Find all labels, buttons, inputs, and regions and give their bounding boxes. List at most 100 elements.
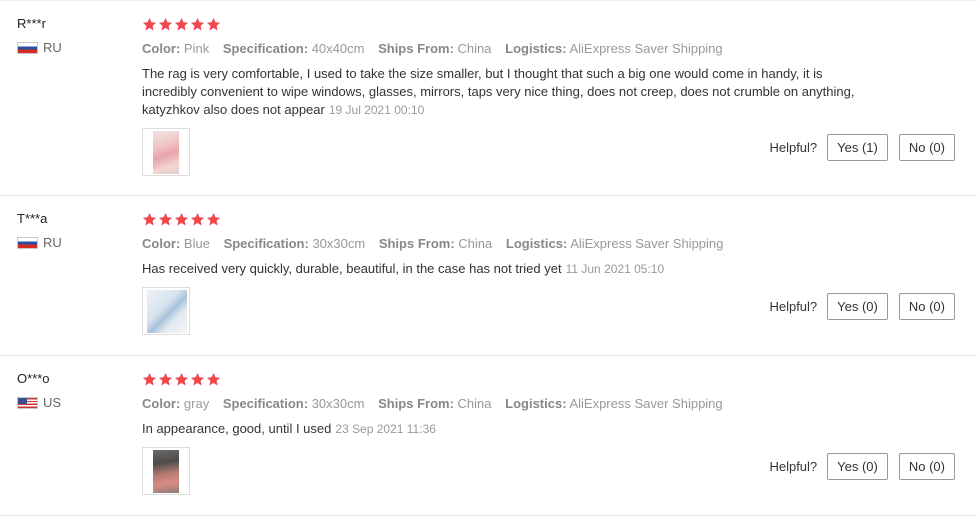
helpful-yes-button[interactable]: Yes (1): [827, 134, 888, 161]
review-item: O***o US Color: gray Specification: 30x3…: [0, 356, 977, 516]
reviewer-name: O***o: [17, 371, 50, 386]
review-body: Color: Blue Specification: 30x30cm Ships…: [142, 211, 962, 278]
review-photo-thumbnail[interactable]: [142, 128, 190, 176]
attr-ships-from-label: Ships From:: [378, 396, 454, 411]
helpful-yes-button[interactable]: Yes (0): [827, 453, 888, 480]
attr-color-label: Color:: [142, 236, 181, 251]
country-code: US: [43, 395, 62, 410]
attr-ships-from: Ships From: China: [378, 41, 491, 56]
attr-logistics-value: AliExpress Saver Shipping: [570, 236, 724, 251]
review-date: 19 Jul 2021 00:10: [328, 103, 425, 117]
star-icon: [206, 17, 221, 31]
attr-specification-label: Specification:: [222, 396, 309, 411]
attr-logistics: Logistics: AliExpress Saver Shipping: [505, 41, 723, 56]
helpful-no-button[interactable]: No (0): [898, 134, 955, 161]
attr-specification: Specification: 30x30cm: [223, 396, 365, 411]
attr-ships-from-value: China: [457, 41, 492, 56]
star-rating: [142, 371, 962, 388]
star-icon: [158, 17, 173, 31]
attr-logistics-label: Logistics:: [505, 236, 568, 251]
star-rating: [142, 211, 962, 228]
review-body: Color: gray Specification: 30x30cm Ships…: [142, 371, 962, 438]
star-icon: [142, 17, 157, 31]
attr-color: Color: Blue: [142, 236, 210, 251]
reviewer-name: T***a: [17, 211, 48, 226]
helpful-votes: Helpful? Yes (0) No (0): [769, 293, 955, 320]
helpful-label: Helpful?: [769, 140, 818, 155]
attr-ships-from-value: China: [458, 236, 493, 251]
star-icon: [142, 372, 157, 386]
star-icon: [158, 212, 173, 226]
attr-color-value: Pink: [183, 41, 210, 56]
reviewer-name: R***r: [17, 16, 46, 31]
star-icon: [206, 372, 221, 386]
star-icon: [190, 17, 205, 31]
review-photo-thumbnail[interactable]: [142, 287, 190, 335]
star-icon: [174, 17, 189, 31]
review-text-content: In appearance, good, until I used: [142, 421, 332, 436]
helpful-votes: Helpful? Yes (0) No (0): [769, 453, 955, 480]
flag-canton: [18, 398, 27, 404]
attr-specification-value: 30x30cm: [312, 236, 366, 251]
country-code: RU: [43, 235, 62, 250]
review-text: Has received very quickly, durable, beau…: [142, 260, 862, 278]
attr-color-label: Color:: [142, 41, 181, 56]
reviewer-country: US: [17, 396, 127, 410]
reviewer-country: RU: [17, 236, 127, 250]
review-text: In appearance, good, until I used 23 Sep …: [142, 420, 862, 438]
review-item: R***r RU Color: Pink Specification: 40x4…: [0, 0, 977, 196]
star-rating: [142, 16, 962, 33]
review-item: T***a RU Color: Blue Specification: 30x3…: [0, 196, 977, 356]
reviewer-country: RU: [17, 41, 127, 55]
reviewer-info: R***r RU: [17, 16, 127, 55]
attr-logistics-label: Logistics:: [505, 396, 567, 411]
review-photo: [147, 290, 187, 333]
attr-specification-label: Specification:: [223, 236, 309, 251]
attr-logistics-value: AliExpress Saver Shipping: [569, 41, 723, 56]
star-icon: [158, 372, 173, 386]
star-icon: [174, 372, 189, 386]
attr-logistics: Logistics: AliExpress Saver Shipping: [506, 236, 724, 251]
review-date: 23 Sep 2021 11:36: [335, 422, 436, 436]
product-attributes: Color: Pink Specification: 40x40cm Ships…: [142, 41, 962, 57]
usa-flag-icon: [17, 397, 38, 409]
attr-specification-value: 30x30cm: [311, 396, 365, 411]
review-text: The rag is very comfortable, I used to t…: [142, 65, 862, 119]
review-photo: [153, 131, 179, 174]
attr-color: Color: gray: [142, 396, 209, 411]
russia-flag-icon: [17, 237, 38, 249]
star-icon: [142, 212, 157, 226]
review-text-content: The rag is very comfortable, I used to t…: [142, 66, 855, 117]
helpful-label: Helpful?: [769, 299, 818, 314]
helpful-votes: Helpful? Yes (1) No (0): [769, 134, 955, 161]
review-photo-thumbnail[interactable]: [142, 447, 190, 495]
attr-ships-from-value: China: [457, 396, 492, 411]
attr-specification: Specification: 30x30cm: [224, 236, 366, 251]
star-icon: [174, 212, 189, 226]
attr-color-label: Color:: [142, 396, 181, 411]
reviewer-info: O***o US: [17, 371, 127, 410]
review-text-content: Has received very quickly, durable, beau…: [142, 261, 562, 276]
product-attributes: Color: gray Specification: 30x30cm Ships…: [142, 396, 962, 412]
attr-specification-value: 40x40cm: [311, 41, 365, 56]
product-attributes: Color: Blue Specification: 30x30cm Ships…: [142, 236, 962, 252]
review-list: R***r RU Color: Pink Specification: 40x4…: [0, 0, 977, 518]
review-body: Color: Pink Specification: 40x40cm Ships…: [142, 16, 962, 119]
attr-ships-from-label: Ships From:: [378, 236, 455, 251]
star-icon: [190, 212, 205, 226]
helpful-label: Helpful?: [769, 459, 818, 474]
reviewer-info: T***a RU: [17, 211, 127, 250]
attr-color-value: gray: [183, 396, 210, 411]
attr-color: Color: Pink: [142, 41, 209, 56]
attr-logistics-value: AliExpress Saver Shipping: [569, 396, 723, 411]
helpful-no-button[interactable]: No (0): [898, 453, 955, 480]
star-icon: [190, 372, 205, 386]
helpful-no-button[interactable]: No (0): [898, 293, 955, 320]
review-photo: [153, 450, 179, 493]
helpful-yes-button[interactable]: Yes (0): [827, 293, 888, 320]
attr-ships-from-label: Ships From:: [378, 41, 454, 56]
attr-color-value: Blue: [183, 236, 210, 251]
star-icon: [206, 212, 221, 226]
country-code: RU: [43, 40, 62, 55]
russia-flag-icon: [17, 42, 38, 54]
